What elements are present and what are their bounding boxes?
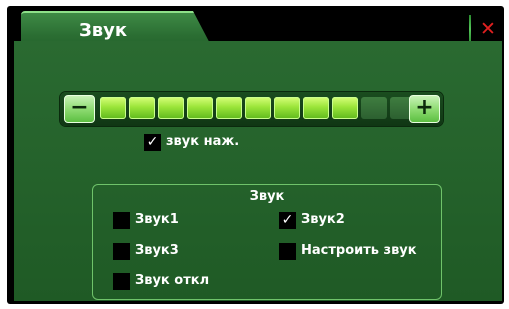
key-sound-checkbox[interactable]: ✓ bbox=[144, 134, 161, 151]
volume-slider[interactable]: − + bbox=[60, 92, 443, 126]
volume-decrease-button[interactable]: − bbox=[64, 95, 95, 123]
title-separator bbox=[469, 15, 471, 43]
sound3-label: Звук3 bbox=[135, 243, 179, 258]
customize-sound-label: Настроить звук bbox=[301, 243, 417, 258]
sound1-label: Звук1 bbox=[135, 212, 179, 227]
customize-sound-checkbox[interactable] bbox=[279, 243, 296, 260]
sound-off-label: Звук откл bbox=[135, 273, 210, 288]
sound1-checkbox[interactable] bbox=[113, 212, 130, 229]
sound3-checkbox[interactable] bbox=[113, 243, 130, 260]
volume-segment[interactable] bbox=[245, 97, 271, 119]
volume-segment[interactable] bbox=[274, 97, 300, 119]
volume-segment[interactable] bbox=[100, 97, 126, 119]
volume-segment[interactable] bbox=[216, 97, 242, 119]
volume-segment[interactable] bbox=[332, 97, 358, 119]
group-title: Звук bbox=[249, 189, 285, 204]
volume-segment[interactable] bbox=[129, 97, 155, 119]
volume-increase-button[interactable]: + bbox=[409, 95, 440, 123]
sound2-checkbox[interactable]: ✓ bbox=[279, 212, 296, 229]
volume-segment[interactable] bbox=[187, 97, 213, 119]
key-sound-label: звук наж. bbox=[166, 134, 240, 149]
window-title: Звук bbox=[79, 20, 128, 41]
close-icon[interactable]: ✕ bbox=[477, 15, 499, 43]
volume-level-bar[interactable] bbox=[100, 97, 416, 119]
sound2-label: Звук2 bbox=[301, 212, 345, 227]
sound-off-checkbox[interactable] bbox=[113, 273, 130, 290]
volume-segment[interactable] bbox=[303, 97, 329, 119]
volume-segment[interactable] bbox=[158, 97, 184, 119]
volume-segment[interactable] bbox=[361, 97, 387, 119]
